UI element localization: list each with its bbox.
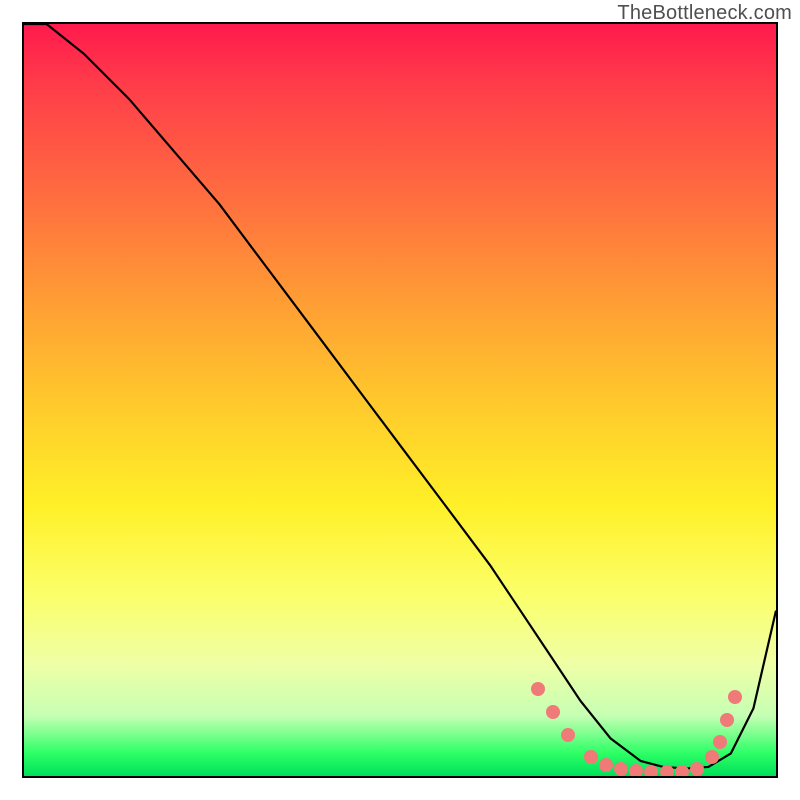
curve-marker-dot bbox=[644, 765, 658, 778]
curve-marker-dot bbox=[720, 713, 734, 727]
curve-marker-dot bbox=[713, 735, 727, 749]
curve-marker-dot bbox=[728, 690, 742, 704]
curve-marker-dot bbox=[690, 762, 704, 776]
chart-canvas: TheBottleneck.com bbox=[0, 0, 800, 800]
curve-marker-dot bbox=[614, 762, 628, 776]
curve-marker-dot bbox=[599, 758, 613, 772]
curve-marker-dot bbox=[675, 765, 689, 778]
plot-area bbox=[22, 22, 778, 778]
bottleneck-curve bbox=[24, 24, 776, 776]
curve-marker-dot bbox=[561, 728, 575, 742]
curve-marker-dot bbox=[660, 765, 674, 778]
